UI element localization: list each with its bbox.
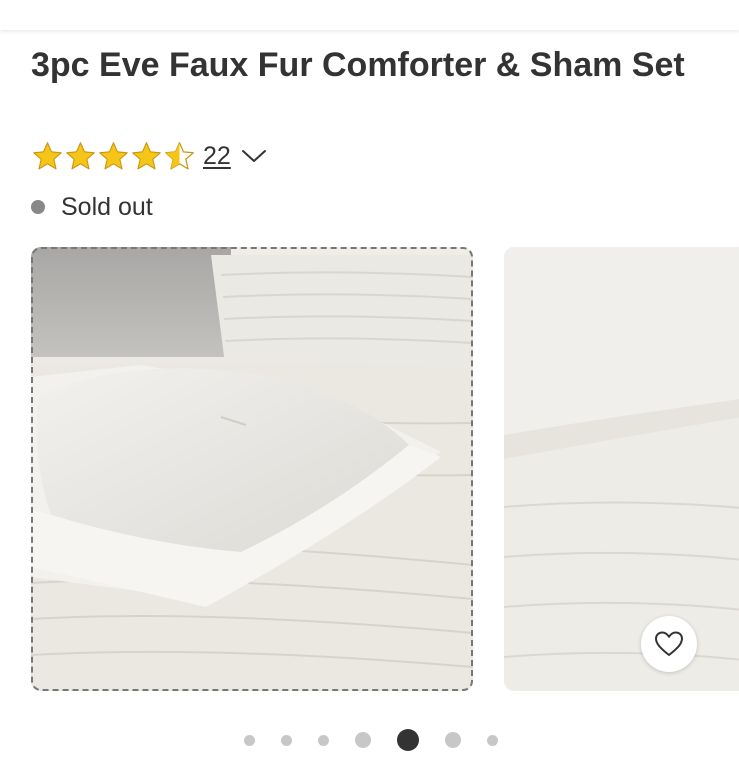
rating-row[interactable]: 22 [31, 138, 267, 174]
pagination-dot[interactable] [487, 734, 498, 746]
chevron-down-icon[interactable] [241, 148, 267, 164]
product-image-pillow-sham[interactable] [31, 247, 473, 691]
pagination-dot-active[interactable] [397, 729, 419, 751]
product-image-comforter-detail[interactable] [504, 247, 739, 691]
star-full-icon [99, 141, 128, 169]
star-full-icon [33, 141, 62, 169]
star-half-icon [165, 141, 194, 169]
pagination-dot[interactable] [318, 734, 329, 746]
pagination-dot[interactable] [281, 734, 292, 746]
top-nav-bar [0, 0, 739, 30]
product-title: 3pc Eve Faux Fur Comforter & Sham Set [31, 46, 685, 84]
availability-status: Sold out [31, 192, 153, 222]
star-full-icon [132, 141, 161, 169]
pagination-dot[interactable] [355, 732, 371, 748]
star-rating [31, 140, 196, 173]
pagination-dot[interactable] [445, 732, 461, 748]
star-full-icon [66, 141, 95, 169]
review-count-link[interactable]: 22 [203, 142, 231, 171]
product-image-carousel[interactable] [31, 247, 739, 691]
carousel-pagination [244, 726, 498, 754]
status-text: Sold out [61, 192, 153, 221]
pagination-dot[interactable] [244, 734, 255, 746]
favorite-button[interactable] [641, 616, 697, 672]
heart-outline-icon [655, 631, 683, 656]
status-dot [31, 200, 45, 214]
